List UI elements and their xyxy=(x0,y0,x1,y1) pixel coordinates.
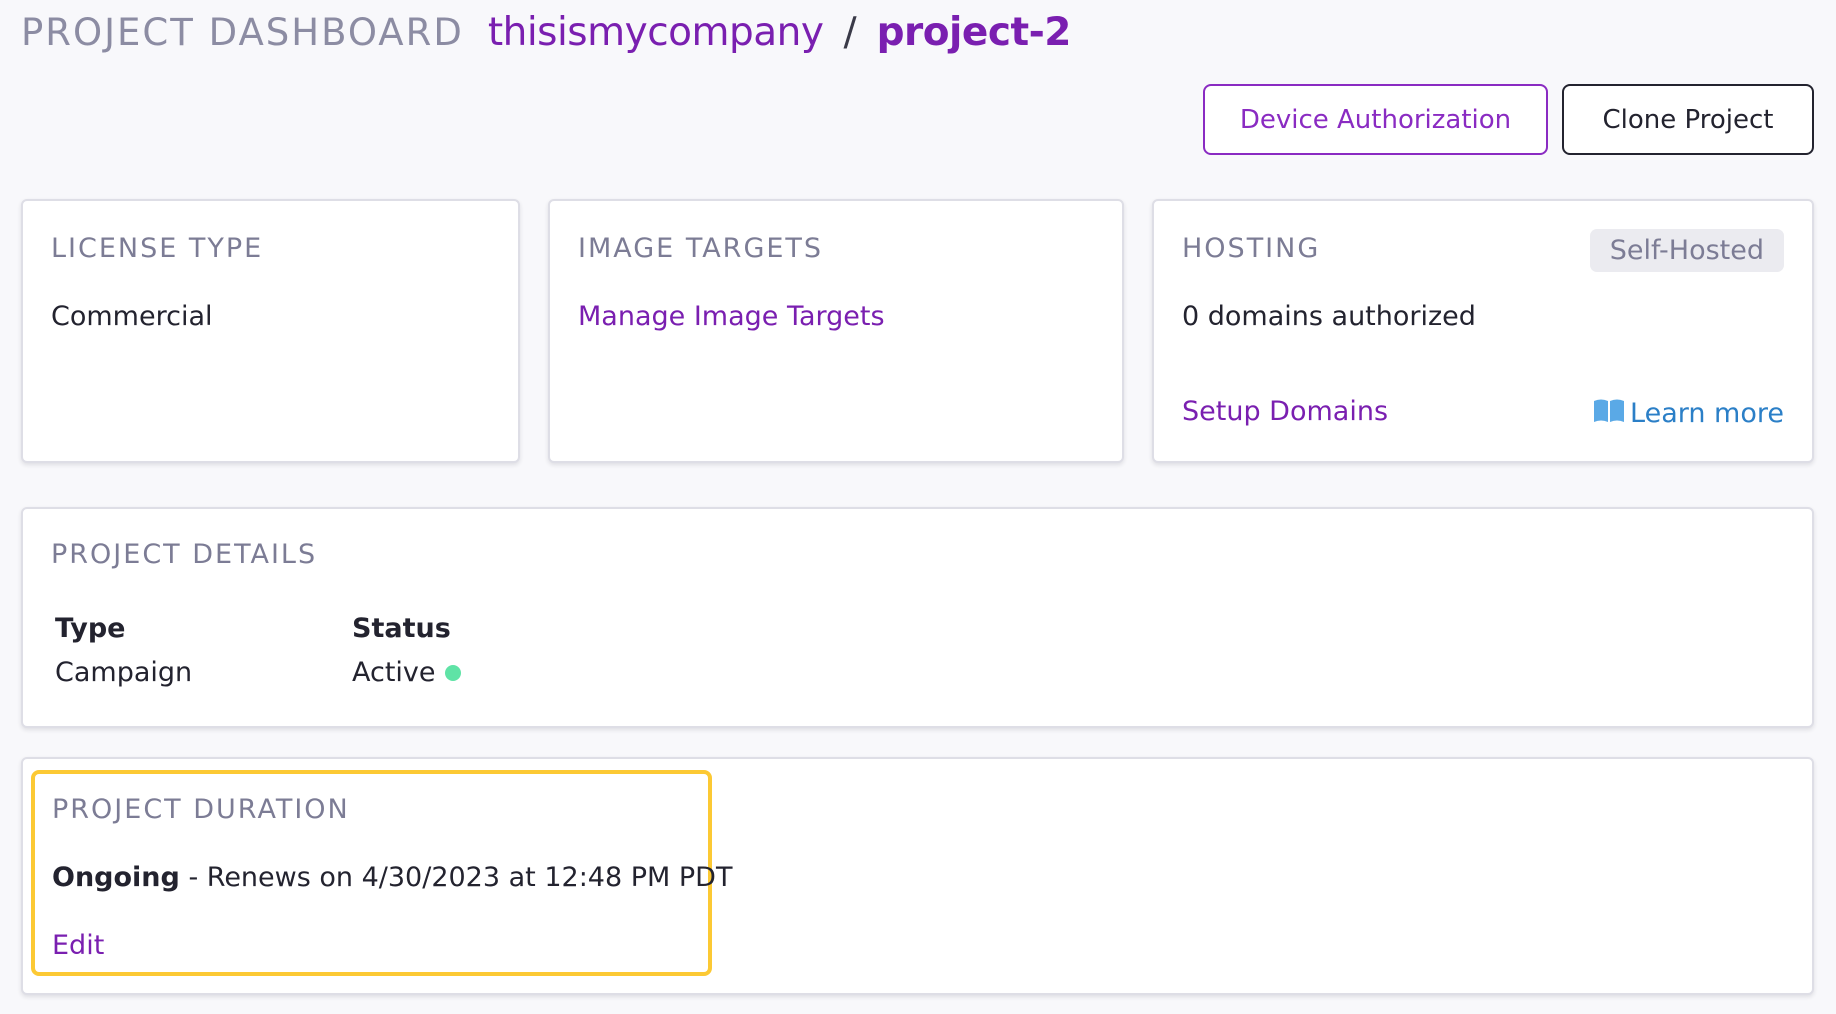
status-value-wrapper: Active xyxy=(352,657,461,688)
edit-duration-link[interactable]: Edit xyxy=(52,930,104,961)
breadcrumb-project: project-2 xyxy=(876,10,1072,55)
manage-image-targets-link[interactable]: Manage Image Targets xyxy=(578,301,885,332)
status-header: Status xyxy=(352,613,451,644)
project-details-card: PROJECT DETAILS Type Campaign Status Act… xyxy=(21,507,1814,728)
setup-domains-link[interactable]: Setup Domains xyxy=(1182,396,1388,427)
project-duration-card: PROJECT DURATION Ongoing - Renews on 4/3… xyxy=(21,757,1814,995)
breadcrumb-company[interactable]: thisismycompany xyxy=(488,10,824,55)
card-label: PROJECT DETAILS xyxy=(51,539,318,570)
duration-summary: Ongoing - Renews on 4/30/2023 at 12:48 P… xyxy=(52,862,732,893)
image-targets-card: IMAGE TARGETS Manage Image Targets xyxy=(548,199,1124,463)
status-value: Active xyxy=(352,657,436,688)
duration-state: Ongoing xyxy=(52,862,180,893)
page-header: PROJECT DASHBOARD thisismycompany / proj… xyxy=(21,10,1071,55)
page-title: PROJECT DASHBOARD xyxy=(21,11,464,54)
duration-renewal: - Renews on 4/30/2023 at 12:48 PM PDT xyxy=(179,862,733,893)
learn-more-label: Learn more xyxy=(1630,398,1784,429)
duration-highlight: PROJECT DURATION Ongoing - Renews on 4/3… xyxy=(31,770,732,976)
self-hosted-badge: Self-Hosted xyxy=(1589,229,1784,272)
hosting-card: HOSTING Self-Hosted 0 domains authorized… xyxy=(1152,199,1814,463)
domains-authorized-text: 0 domains authorized xyxy=(1182,301,1476,332)
type-header: Type xyxy=(55,613,126,644)
status-active-dot xyxy=(444,664,461,681)
type-value: Campaign xyxy=(55,657,193,688)
book-icon xyxy=(1592,396,1630,431)
license-type-value: Commercial xyxy=(51,301,213,332)
breadcrumb-separator: / xyxy=(843,10,857,55)
card-label: HOSTING xyxy=(1182,233,1321,264)
learn-more-link[interactable]: Learn more xyxy=(1592,396,1784,431)
device-authorization-button[interactable]: Device Authorization xyxy=(1203,84,1548,155)
card-label: IMAGE TARGETS xyxy=(578,233,824,264)
clone-project-button[interactable]: Clone Project xyxy=(1562,84,1814,155)
license-type-card: LICENSE TYPE Commercial xyxy=(21,199,520,463)
card-label: LICENSE TYPE xyxy=(51,233,264,264)
card-label: PROJECT DURATION xyxy=(52,794,350,825)
